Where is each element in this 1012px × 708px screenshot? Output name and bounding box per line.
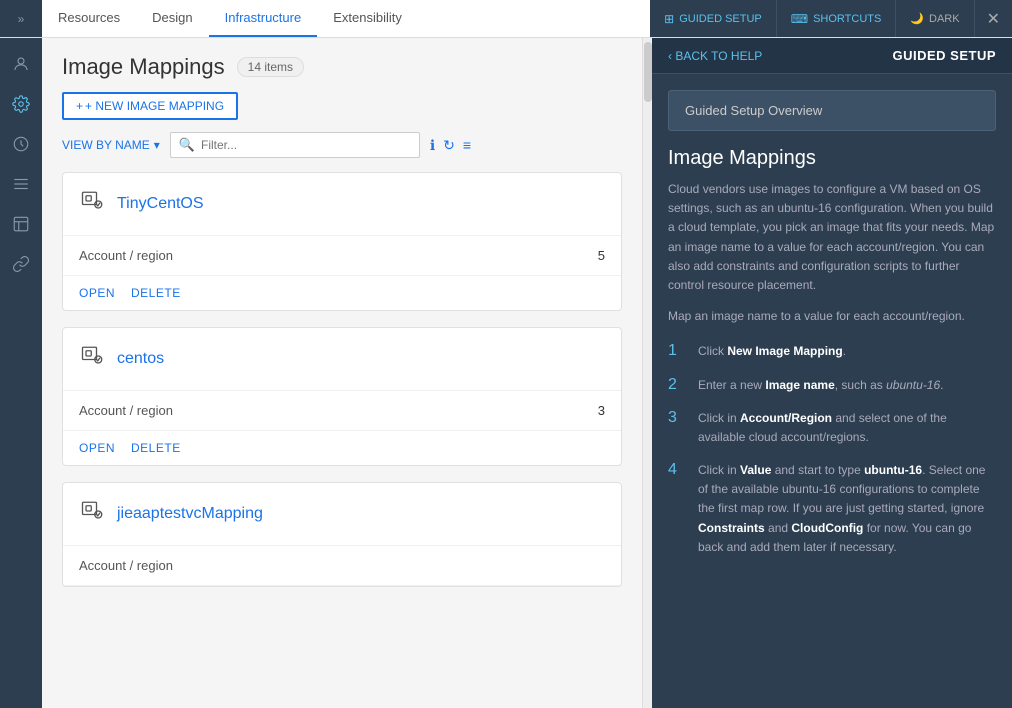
sidebar-icon-settings[interactable] xyxy=(3,86,39,122)
open-button-1[interactable]: OPEN xyxy=(79,441,115,455)
nav-design[interactable]: Design xyxy=(136,0,208,37)
card-tinyCentOS: TinyCentOS Account / region 5 OPEN DELET… xyxy=(62,172,622,311)
gs-sub-description: Map an image name to a value for each ac… xyxy=(668,307,996,326)
search-box[interactable]: 🔍 xyxy=(170,132,420,158)
sidebar-icon-history[interactable] xyxy=(3,126,39,162)
scrollbar-thumb[interactable] xyxy=(644,42,652,102)
gs-panel-title: GUIDED SETUP xyxy=(892,48,996,63)
info-icon[interactable]: ℹ xyxy=(430,137,435,154)
card-body-centos: Account / region 3 xyxy=(63,391,621,431)
card-jieaaptest: jieaaptestvcMapping Account / region xyxy=(62,482,622,587)
card-name-tinyCentOS[interactable]: TinyCentOS xyxy=(117,195,204,213)
card-centos: centos Account / region 3 OPEN DELETE xyxy=(62,327,622,466)
account-region-label-2: Account / region xyxy=(79,558,173,573)
top-nav: Resources Design Infrastructure Extensib… xyxy=(42,0,650,37)
scrollbar[interactable] xyxy=(642,38,652,708)
step-num-3: 3 xyxy=(668,409,686,447)
sidebar-icon-chart[interactable] xyxy=(3,206,39,242)
card-name-centos[interactable]: centos xyxy=(117,350,164,368)
page-title: Image Mappings xyxy=(62,54,225,80)
card-actions-tinyCentOS: OPEN DELETE xyxy=(63,276,621,310)
new-button-label: + NEW IMAGE MAPPING xyxy=(85,99,224,113)
account-region-value-0: 5 xyxy=(598,248,605,263)
shortcuts-button[interactable]: ⌨ SHORTCUTS xyxy=(777,0,897,37)
card-header-jieaaptest: jieaaptestvcMapping xyxy=(63,483,621,546)
guided-setup-button[interactable]: ⊞ GUIDED SETUP xyxy=(650,0,777,37)
gs-step-4: 4 Click in Value and start to type ubunt… xyxy=(668,461,996,557)
delete-button-0[interactable]: DELETE xyxy=(131,286,181,300)
shortcuts-icon: ⌨ xyxy=(791,12,808,26)
new-image-mapping-button[interactable]: + + NEW IMAGE MAPPING xyxy=(62,92,238,120)
step-text-4: Click in Value and start to type ubuntu-… xyxy=(698,461,996,557)
card-body-jieaaptest: Account / region xyxy=(63,546,621,586)
guided-setup-bar: ⊞ GUIDED SETUP ⌨ SHORTCUTS 🌙 DARK ✕ xyxy=(650,0,1012,37)
card-row-centos: Account / region 3 xyxy=(79,403,605,418)
image-mapping-icon-1 xyxy=(79,342,107,376)
card-row-tinyCentOS: Account / region 5 xyxy=(79,248,605,263)
nav-resources[interactable]: Resources xyxy=(42,0,136,37)
account-region-label-1: Account / region xyxy=(79,403,173,418)
view-by-label: VIEW BY NAME xyxy=(62,138,150,152)
close-button[interactable]: ✕ xyxy=(975,0,1012,37)
card-header-centos: centos xyxy=(63,328,621,391)
gs-section-title: Image Mappings xyxy=(668,147,996,170)
search-input[interactable] xyxy=(201,138,411,152)
sidebar-icon-users[interactable] xyxy=(3,46,39,82)
step-num-4: 4 xyxy=(668,461,686,557)
page-header: Image Mappings 14 items xyxy=(62,54,622,80)
back-to-help-button[interactable]: ‹ BACK TO HELP xyxy=(668,49,762,63)
step-text-2: Enter a new Image name, such as ubuntu-1… xyxy=(698,376,944,395)
gs-content: Guided Setup Overview Image Mappings Clo… xyxy=(652,74,1012,708)
step-text-1: Click New Image Mapping. xyxy=(698,342,846,361)
toolbar-icons: ℹ ↻ ≡ xyxy=(430,137,471,154)
guided-setup-label: GUIDED SETUP xyxy=(679,13,762,25)
gs-step-3: 3 Click in Account/Region and select one… xyxy=(668,409,996,447)
card-header-tinyCentOS: TinyCentOS xyxy=(63,173,621,236)
search-icon: 🔍 xyxy=(179,137,195,153)
gs-steps: 1 Click New Image Mapping. 2 Enter a new… xyxy=(668,342,996,557)
step-num-1: 1 xyxy=(668,342,686,361)
chevron-down-icon: ▾ xyxy=(154,138,160,152)
plus-icon: + xyxy=(76,99,83,113)
items-badge: 14 items xyxy=(237,57,304,77)
view-by-dropdown[interactable]: VIEW BY NAME ▾ xyxy=(62,138,160,152)
card-name-jieaaptest[interactable]: jieaaptestvcMapping xyxy=(117,505,263,523)
image-mapping-icon-2 xyxy=(79,497,107,531)
sidebar-icon-link[interactable] xyxy=(3,246,39,282)
nav-infrastructure[interactable]: Infrastructure xyxy=(209,0,318,37)
dark-mode-button[interactable]: 🌙 DARK xyxy=(896,0,974,37)
guided-setup-icon: ⊞ xyxy=(664,12,674,26)
gs-step-1: 1 Click New Image Mapping. xyxy=(668,342,996,361)
gs-step-2: 2 Enter a new Image name, such as ubuntu… xyxy=(668,376,996,395)
refresh-icon[interactable]: ↻ xyxy=(443,137,455,154)
sidebar xyxy=(0,38,42,708)
account-region-label-0: Account / region xyxy=(79,248,173,263)
delete-button-1[interactable]: DELETE xyxy=(131,441,181,455)
card-row-jieaaptest: Account / region xyxy=(79,558,605,573)
dark-label: DARK xyxy=(929,13,960,25)
list-view-icon[interactable]: ≡ xyxy=(463,137,471,153)
gs-overview-label: Guided Setup Overview xyxy=(685,103,822,118)
nav-extensibility[interactable]: Extensibility xyxy=(317,0,418,37)
card-actions-centos: OPEN DELETE xyxy=(63,431,621,465)
moon-icon: 🌙 xyxy=(910,12,924,25)
card-body-tinyCentOS: Account / region 5 xyxy=(63,236,621,276)
image-mapping-icon xyxy=(79,187,107,221)
open-button-0[interactable]: OPEN xyxy=(79,286,115,300)
shortcuts-label: SHORTCUTS xyxy=(813,13,881,25)
toolbar: VIEW BY NAME ▾ 🔍 ℹ ↻ ≡ xyxy=(62,132,622,158)
step-num-2: 2 xyxy=(668,376,686,395)
gs-overview-box[interactable]: Guided Setup Overview xyxy=(668,90,996,131)
gs-description: Cloud vendors use images to configure a … xyxy=(668,180,996,295)
sidebar-expand-icon[interactable]: » xyxy=(0,0,42,37)
left-panel: Image Mappings 14 items + + NEW IMAGE MA… xyxy=(42,38,642,708)
sidebar-icon-list[interactable] xyxy=(3,166,39,202)
gs-panel-header: ‹ BACK TO HELP GUIDED SETUP xyxy=(652,38,1012,74)
account-region-value-1: 3 xyxy=(598,403,605,418)
step-text-3: Click in Account/Region and select one o… xyxy=(698,409,996,447)
guided-setup-panel: ‹ BACK TO HELP GUIDED SETUP Guided Setup… xyxy=(652,38,1012,708)
